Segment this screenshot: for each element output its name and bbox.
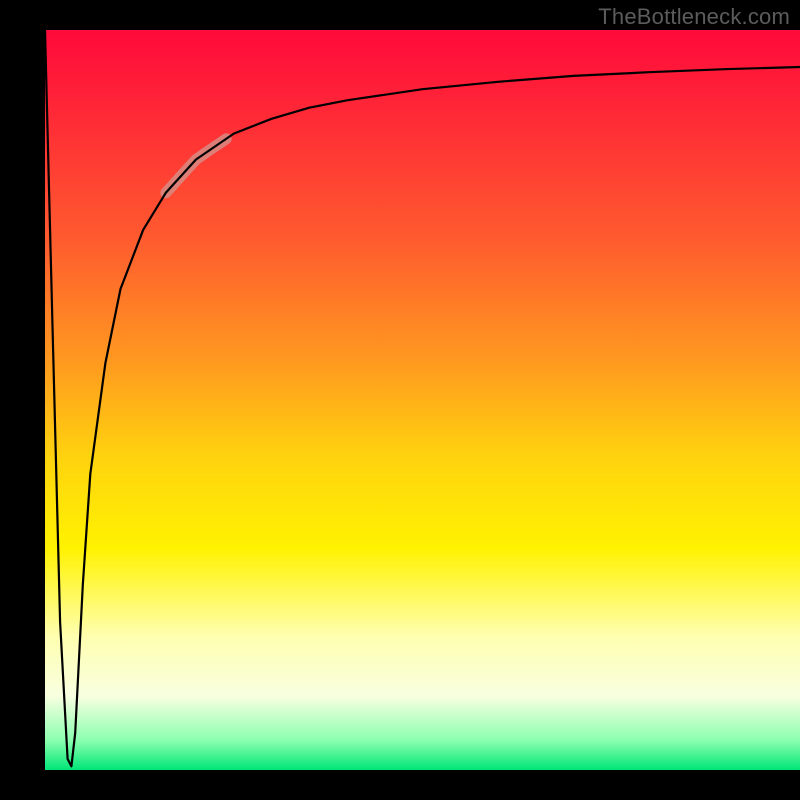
bottleneck-curve-line [45, 30, 800, 766]
chart-frame: TheBottleneck.com [0, 0, 800, 800]
watermark-text: TheBottleneck.com [598, 4, 790, 30]
curve-svg [45, 30, 800, 770]
plot-area [45, 30, 800, 770]
curve-highlight-segment [166, 139, 226, 193]
